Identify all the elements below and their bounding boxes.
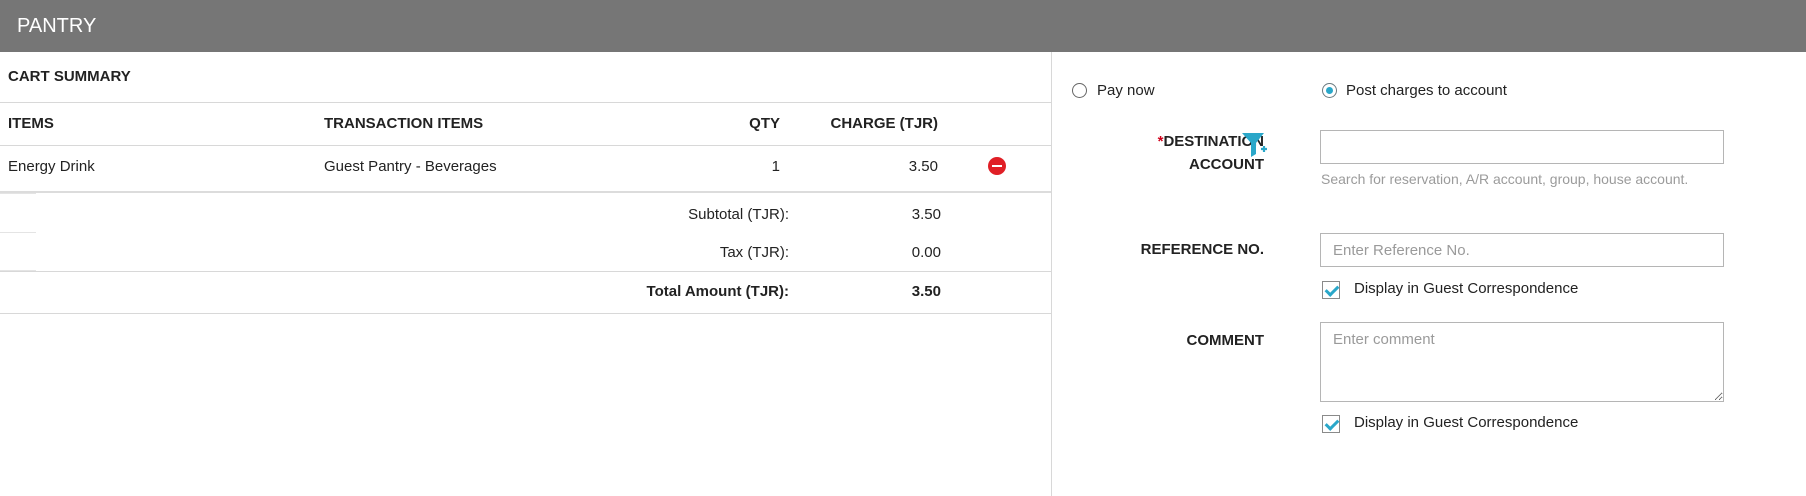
post-charges-radio[interactable] bbox=[1322, 83, 1337, 98]
column-header-charge: CHARGE (TJR) bbox=[830, 115, 939, 132]
filter-add-icon[interactable] bbox=[1240, 130, 1270, 160]
page-title: PANTRY bbox=[17, 15, 97, 37]
column-header-transaction-items: TRANSACTION ITEMS bbox=[324, 115, 484, 132]
divider bbox=[0, 191, 1051, 193]
comment-label: COMMENT bbox=[1186, 332, 1265, 349]
item-name: Energy Drink bbox=[8, 158, 95, 175]
divider bbox=[0, 271, 1051, 272]
divider bbox=[0, 145, 1051, 146]
subtotal-label: Subtotal (TJR): bbox=[688, 206, 789, 223]
total-amount-value: 3.50 bbox=[911, 283, 941, 300]
column-header-qty: QTY bbox=[749, 115, 780, 132]
divider bbox=[0, 232, 36, 233]
pay-now-radio[interactable] bbox=[1072, 83, 1087, 98]
tax-value: 0.00 bbox=[911, 244, 941, 261]
cart-summary-panel: CART SUMMARY ITEMS TRANSACTION ITEMS QTY… bbox=[0, 52, 1051, 496]
divider bbox=[0, 102, 1051, 103]
divider bbox=[0, 193, 36, 194]
destination-account-hint: Search for reservation, A/R account, gro… bbox=[1321, 171, 1689, 187]
comment-display-checkbox[interactable] bbox=[1322, 415, 1340, 433]
item-qty: 1 bbox=[771, 158, 780, 175]
transaction-item: Guest Pantry - Beverages bbox=[324, 158, 497, 175]
reference-no-label: REFERENCE NO. bbox=[1140, 241, 1264, 258]
post-charges-label[interactable]: Post charges to account bbox=[1346, 82, 1507, 99]
divider bbox=[0, 313, 1051, 314]
pay-now-label[interactable]: Pay now bbox=[1097, 82, 1155, 99]
total-amount-label: Total Amount (TJR): bbox=[646, 283, 789, 300]
cart-summary-title: CART SUMMARY bbox=[8, 68, 131, 85]
page-header: PANTRY bbox=[0, 0, 1806, 52]
reference-display-label[interactable]: Display in Guest Correspondence bbox=[1354, 280, 1578, 297]
tax-label: Tax (TJR): bbox=[719, 244, 789, 261]
comment-input[interactable] bbox=[1320, 322, 1724, 402]
remove-circle-icon[interactable] bbox=[988, 157, 1006, 175]
item-charge: 3.50 bbox=[908, 158, 938, 175]
subtotal-value: 3.50 bbox=[911, 206, 941, 223]
payment-panel: Pay now Post charges to account *DESTINA… bbox=[1052, 52, 1806, 496]
destination-account-input[interactable] bbox=[1320, 130, 1724, 164]
destination-account-label: *DESTINATION ACCOUNT bbox=[1157, 133, 1264, 173]
column-header-items: ITEMS bbox=[8, 115, 54, 132]
reference-no-input[interactable] bbox=[1320, 233, 1724, 267]
comment-display-label[interactable]: Display in Guest Correspondence bbox=[1354, 414, 1578, 431]
reference-display-checkbox[interactable] bbox=[1322, 281, 1340, 299]
